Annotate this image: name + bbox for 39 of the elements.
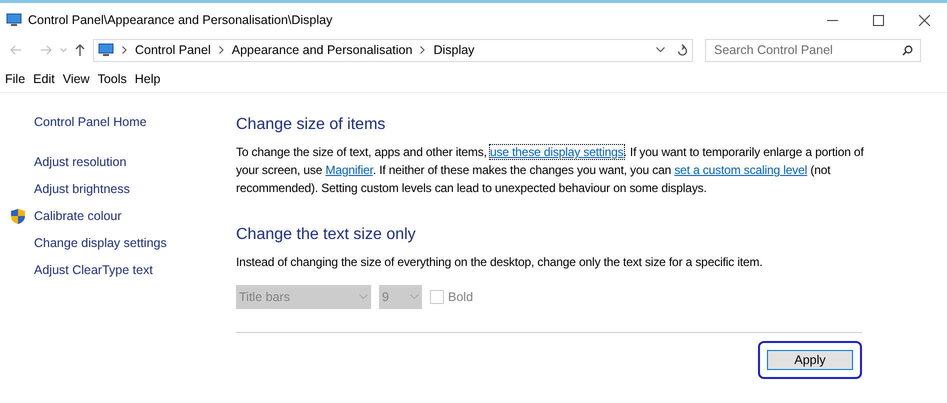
sidebar-link[interactable]: Adjust brightness — [34, 180, 130, 199]
menu-item[interactable]: View — [60, 70, 93, 88]
shield-icon — [10, 208, 26, 225]
chevron-down-icon — [410, 294, 419, 300]
section-heading: Change size of items — [236, 115, 386, 135]
breadcrumb[interactable]: Control Panel — [135, 40, 211, 60]
apply-button[interactable]: Apply — [767, 350, 853, 370]
refresh-icon[interactable] — [677, 44, 688, 56]
menu-item[interactable]: Edit — [30, 70, 58, 88]
chevron-right-icon — [122, 46, 127, 54]
search-field[interactable]: Search Control Panel — [705, 38, 921, 62]
search-icon — [902, 44, 913, 56]
chevron-right-icon — [218, 46, 224, 54]
menu-item[interactable]: Tools — [94, 70, 130, 88]
sidebar-link[interactable]: Adjust resolution — [34, 153, 126, 172]
close-icon — [918, 14, 930, 26]
sidebar-link[interactable]: Control Panel Home — [34, 113, 147, 132]
monitor-icon — [98, 43, 114, 57]
link[interactable]: set a custom scaling level — [674, 163, 808, 177]
sidebar-link[interactable]: Adjust ClearType text — [34, 261, 153, 280]
window-title: Control Panel\Appearance and Personalisation\Display — [28, 12, 332, 29]
up-arrow-icon[interactable] — [75, 44, 85, 56]
link[interactable]: use these display settings — [490, 145, 624, 159]
breadcrumb[interactable]: Appearance and Personalisation — [232, 40, 412, 60]
menu-item[interactable]: File — [2, 70, 28, 88]
breadcrumb[interactable]: Display — [433, 40, 474, 60]
sidebar-link[interactable]: Change display settings — [34, 234, 167, 253]
chevron-down-icon — [359, 294, 368, 300]
section-heading: Change the text size only — [236, 225, 417, 245]
chevron-down-icon[interactable] — [656, 47, 665, 53]
sidebar-link[interactable]: Calibrate colour — [34, 207, 122, 226]
maximize-icon — [872, 14, 884, 26]
link[interactable]: Magnifier — [326, 163, 373, 177]
monitor-icon — [6, 13, 22, 27]
address-bar[interactable]: Control Panel Appearance and Personalisation Display — [93, 38, 693, 62]
checkbox-label: Bold — [448, 288, 474, 306]
section-description: Instead of changing the size of everything on the desktop, change only the text size for a specific item. — [236, 254, 764, 271]
chevron-right-icon — [420, 46, 426, 54]
menu-item[interactable]: Help — [132, 70, 164, 88]
